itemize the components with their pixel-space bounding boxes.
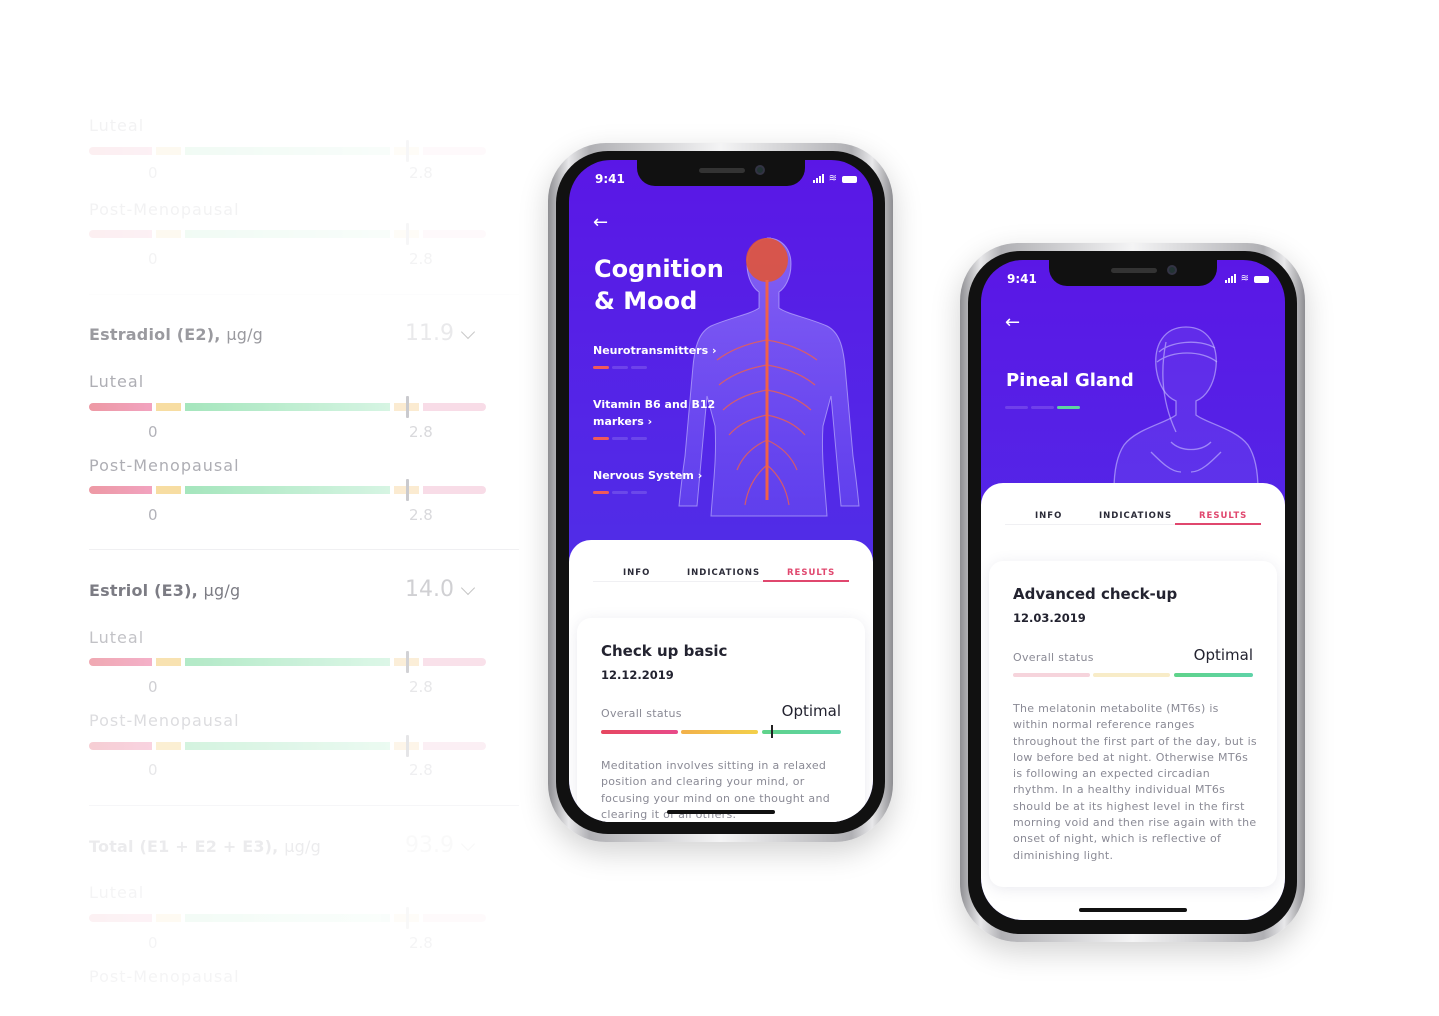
range-max: 2.8: [409, 423, 433, 441]
tab-indications[interactable]: INDICATIONS: [1099, 511, 1172, 521]
status-time: 9:41: [595, 172, 625, 186]
link-nervous-system[interactable]: Nervous System ›: [593, 467, 702, 484]
range-min: 0: [148, 423, 158, 441]
status-label: Overall status: [601, 707, 682, 720]
phone-cognition-mood: 9:41 ≋ ← Cognition & Mood Neurotransmitt…: [548, 143, 893, 842]
range-bar: [89, 140, 486, 162]
tab-bar: INFO INDICATIONS RESULTS: [593, 540, 849, 582]
section-title: Total (E1 + E2 + E3),: [89, 837, 279, 856]
range-min: 0: [148, 678, 158, 696]
range-bar: [89, 396, 486, 418]
section-value: 14.0: [405, 577, 454, 602]
range-label: Luteal: [89, 116, 145, 135]
status-time: 9:41: [1007, 272, 1037, 286]
tab-bar: INFO INDICATIONS RESULTS: [1005, 483, 1261, 525]
home-indicator: [1079, 908, 1187, 912]
home-indicator: [667, 810, 775, 814]
range-max: 2.8: [409, 761, 433, 779]
range-label: Post-Menopausal: [89, 200, 240, 219]
range-bar: [89, 735, 486, 757]
section-title: Estriol (E3),: [89, 581, 198, 600]
wifi-icon: ≋: [1240, 273, 1249, 284]
section-unit: µg/g: [203, 581, 241, 600]
status-bar: [601, 725, 841, 738]
range-max: 2.8: [409, 164, 433, 182]
section-value: 93.9: [405, 833, 454, 858]
signal-icon: [1224, 274, 1236, 283]
progress-dots: [593, 437, 647, 440]
range-min: 0: [148, 250, 158, 268]
status-icons: ≋: [1224, 273, 1269, 284]
status-value: Optimal: [781, 702, 841, 720]
tab-info[interactable]: INFO: [623, 568, 650, 578]
result-card[interactable]: Check up basic 12.12.2019 Overall status…: [577, 618, 865, 822]
range-label: Luteal: [89, 628, 145, 647]
result-card[interactable]: Advanced check-up 12.03.2019 Overall sta…: [989, 561, 1277, 887]
notch: [637, 160, 805, 186]
range-bar: [89, 907, 486, 929]
status-label: Overall status: [1013, 651, 1094, 664]
range-max: 2.8: [409, 934, 433, 952]
card-title: Check up basic: [601, 642, 728, 660]
chevron-down-icon[interactable]: [460, 580, 476, 596]
chevron-down-icon[interactable]: [460, 324, 476, 340]
range-max: 2.8: [409, 250, 433, 268]
range-max: 2.8: [409, 678, 433, 696]
section-unit: µg/g: [226, 325, 264, 344]
range-min: 0: [148, 934, 158, 952]
range-bar: [89, 479, 486, 501]
chevron-down-icon[interactable]: [460, 836, 476, 852]
range-label: Post-Menopausal: [89, 711, 240, 730]
card-title: Advanced check-up: [1013, 585, 1178, 603]
tab-info[interactable]: INFO: [1035, 511, 1062, 521]
notch: [1049, 260, 1217, 286]
range-bar: [89, 223, 486, 245]
tab-indications[interactable]: INDICATIONS: [687, 568, 760, 578]
tab-results[interactable]: RESULTS: [787, 568, 835, 578]
signal-icon: [812, 174, 824, 183]
section-unit: µg/g: [284, 837, 321, 856]
progress-dots: [1005, 406, 1080, 409]
battery-icon: [1254, 276, 1269, 283]
range-max: 2.8: [409, 506, 433, 524]
card-date: 12.03.2019: [1013, 611, 1086, 625]
link-neurotransmitters[interactable]: Neurotransmitters ›: [593, 342, 717, 359]
range-min: 0: [148, 506, 158, 524]
status-icons: ≋: [812, 173, 857, 184]
range-label: Post-Menopausal: [89, 456, 240, 475]
range-bar: [89, 651, 486, 673]
status-marker: [771, 725, 774, 738]
phone-pineal-gland: 9:41 ≋ ← Pineal Gland INFO INDICATIONS R…: [960, 243, 1305, 942]
card-description: The melatonin metabolite (MT6s) is withi…: [1013, 702, 1257, 862]
range-label: Luteal: [89, 883, 145, 902]
status-bar: [1013, 673, 1253, 677]
range-min: 0: [148, 761, 158, 779]
progress-dots: [593, 491, 647, 494]
link-vitamin-markers[interactable]: Vitamin B6 and B12 markers ›: [593, 396, 715, 430]
section-title: Estradiol (E2),: [89, 325, 221, 344]
progress-dots: [593, 366, 647, 369]
range-label: Post-Menopausal: [89, 967, 240, 986]
section-value: 11.9: [405, 321, 454, 346]
page-title: Cognition: [594, 255, 724, 283]
battery-icon: [842, 176, 857, 183]
head-illustration: [1113, 326, 1259, 491]
tab-results[interactable]: RESULTS: [1199, 511, 1247, 521]
range-label: Luteal: [89, 372, 145, 391]
page-title: Pineal Gland: [1006, 370, 1134, 391]
card-date: 12.12.2019: [601, 668, 674, 682]
back-arrow-icon[interactable]: ←: [1005, 312, 1020, 333]
range-min: 0: [148, 164, 158, 182]
status-value: Optimal: [1193, 646, 1253, 664]
page-title: & Mood: [594, 287, 698, 315]
wifi-icon: ≋: [828, 173, 837, 184]
back-arrow-icon[interactable]: ←: [593, 212, 608, 233]
